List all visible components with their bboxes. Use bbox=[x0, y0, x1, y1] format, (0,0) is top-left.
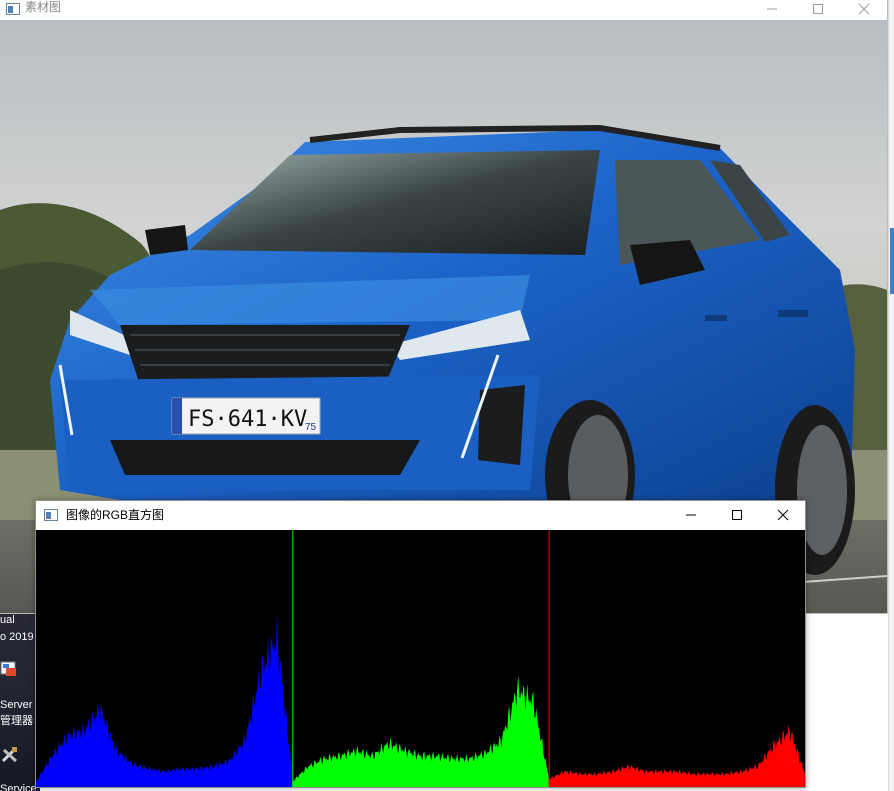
window-app-icon bbox=[44, 508, 58, 521]
minimize-icon bbox=[686, 514, 696, 516]
minimize-button[interactable] bbox=[749, 0, 795, 19]
image-window-title: 素材图 bbox=[25, 0, 62, 14]
background-window-accent bbox=[890, 228, 894, 294]
minimize-icon bbox=[767, 8, 777, 10]
histogram-area-green bbox=[292, 674, 549, 787]
histogram-window[interactable]: 图像的RGB直方图 bbox=[35, 500, 806, 788]
image-window-titlebar[interactable]: 素材图 bbox=[0, 0, 887, 19]
installer-icon[interactable] bbox=[0, 660, 18, 678]
histogram-canvas bbox=[36, 530, 805, 787]
maximize-button[interactable] bbox=[714, 501, 760, 530]
close-icon bbox=[858, 3, 870, 15]
histogram-area-blue bbox=[36, 614, 293, 787]
histogram-window-titlebar[interactable]: 图像的RGB直方图 bbox=[36, 501, 805, 530]
maximize-icon bbox=[732, 510, 742, 520]
desktop-label-4: 管理器 bbox=[0, 715, 33, 727]
close-button[interactable] bbox=[760, 501, 806, 530]
tools-icon[interactable] bbox=[0, 744, 18, 763]
histogram-window-title: 图像的RGB直方图 bbox=[66, 508, 165, 522]
maximize-icon bbox=[813, 4, 823, 14]
desktop-background: ual o 2019 Server 管理器 Service bbox=[0, 600, 40, 791]
desktop-label-1: ual bbox=[0, 614, 15, 626]
window-app-icon bbox=[6, 2, 20, 15]
maximize-button[interactable] bbox=[795, 0, 841, 19]
rgb-histogram-chart bbox=[36, 530, 805, 787]
background-window-edge bbox=[888, 0, 894, 791]
histogram-area-red bbox=[548, 724, 805, 787]
desktop-label-3: Server bbox=[0, 699, 33, 711]
close-icon bbox=[777, 509, 789, 521]
license-plate-region: 75 bbox=[305, 422, 317, 433]
license-plate-text: FS·641·KV bbox=[188, 407, 307, 432]
minimize-button[interactable] bbox=[668, 501, 714, 530]
desktop-label-5: Service bbox=[0, 783, 37, 791]
close-button[interactable] bbox=[841, 0, 887, 19]
desktop-label-2: o 2019 bbox=[0, 631, 34, 643]
